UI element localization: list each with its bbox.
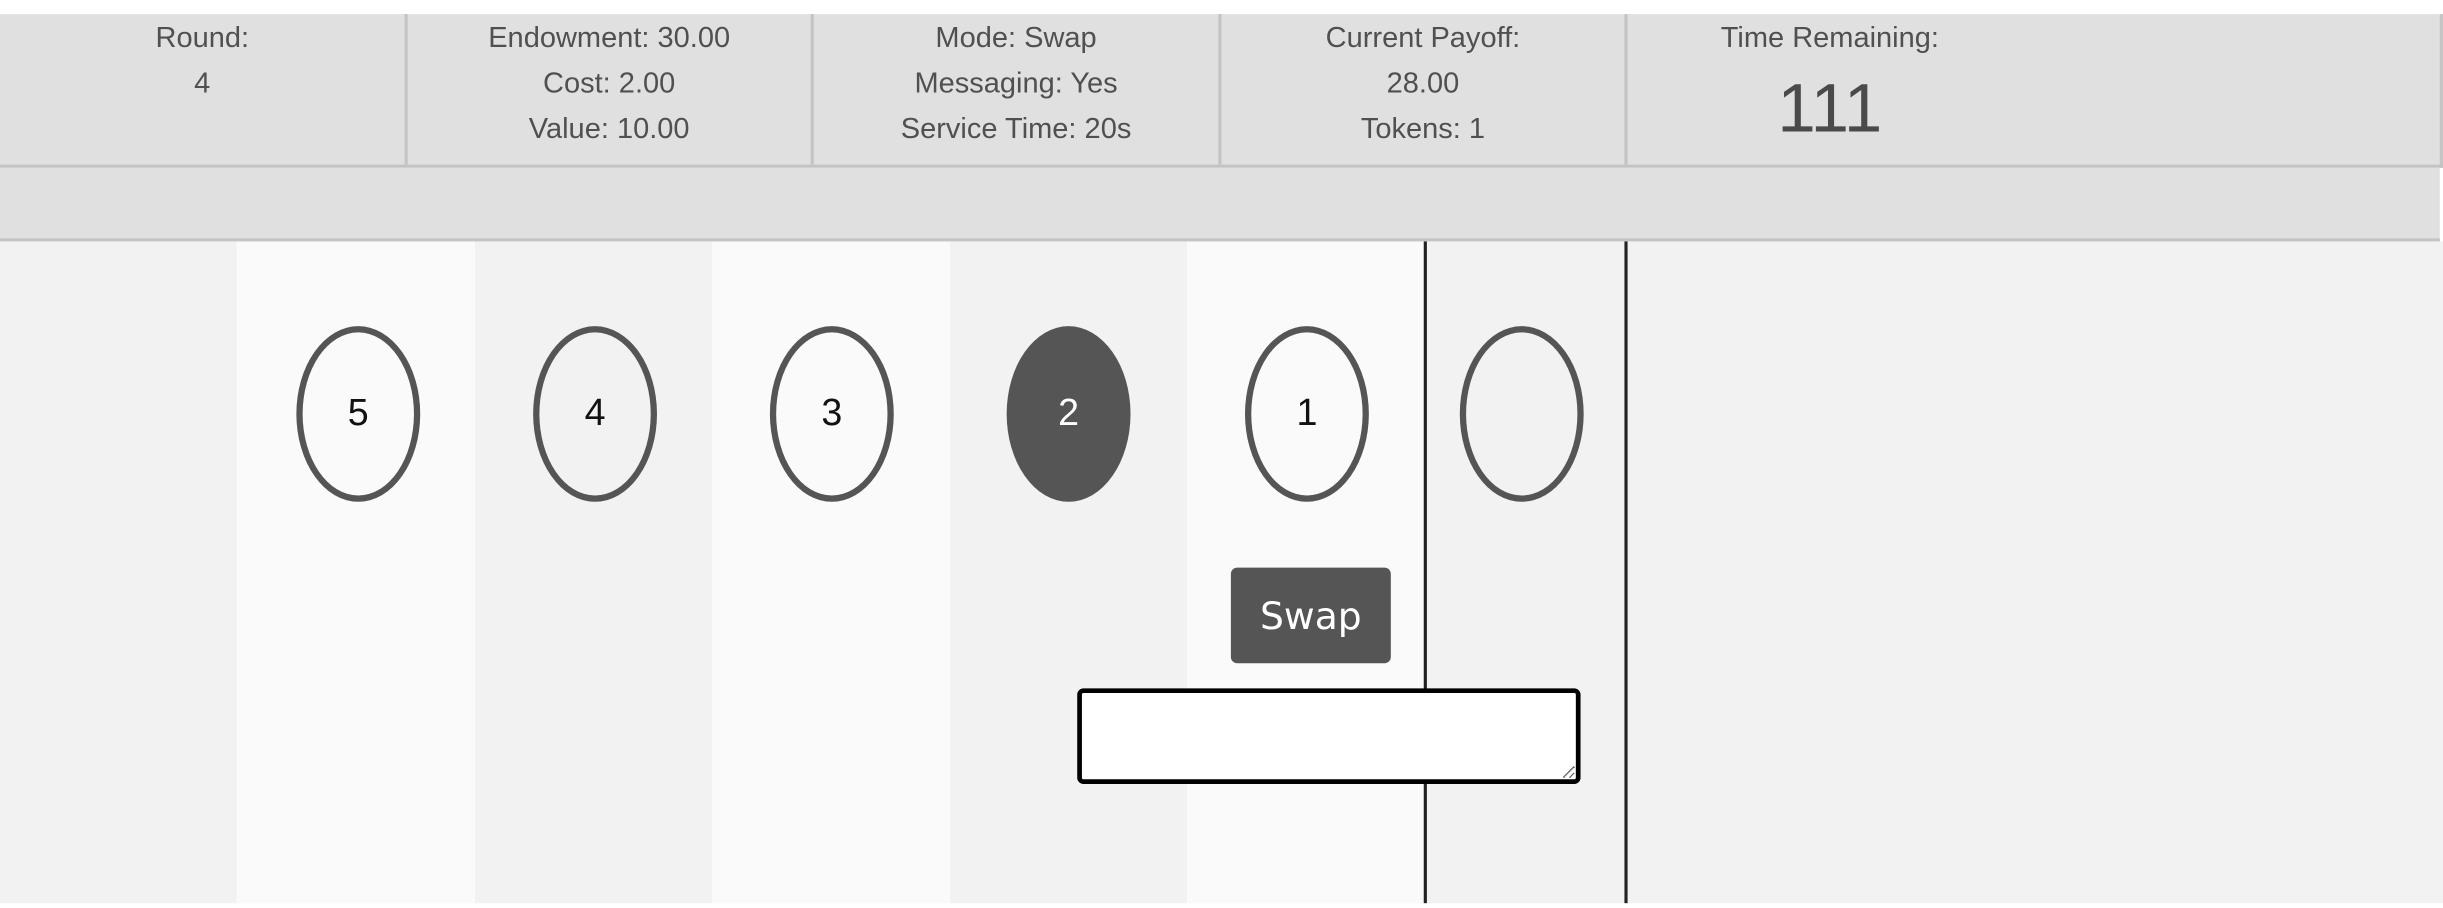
service-position-token: [1459, 326, 1584, 502]
message-input[interactable]: [1077, 688, 1581, 784]
round-panel: Round: 4: [0, 14, 405, 165]
timer-label: Time Remaining:: [1720, 20, 1939, 54]
messaging-text: Messaging: Yes: [914, 65, 1118, 99]
payoff-value: 28.00: [1386, 65, 1460, 99]
queue-position-token[interactable]: 4: [533, 326, 657, 502]
settings-panel: Mode: Swap Messaging: Yes Service Time: …: [814, 14, 1219, 165]
subheader-band: [0, 167, 2440, 242]
queue-position-token[interactable]: 3: [769, 326, 894, 502]
service-time-text: Service Time: 20s: [900, 111, 1132, 145]
swap-button[interactable]: Swap: [1230, 567, 1391, 664]
round-value: 4: [194, 65, 211, 99]
game-screen: Round: 4 Endowment: 30.00 Cost: 2.00 Val…: [0, 0, 2443, 904]
status-header: Round: 4 Endowment: 30.00 Cost: 2.00 Val…: [0, 14, 2443, 168]
value-text: Value: 10.00: [528, 111, 690, 145]
queue-position-token[interactable]: 1: [1244, 326, 1369, 502]
endowment-text: Endowment: 30.00: [488, 20, 731, 54]
queue-position-token[interactable]: 2: [1006, 326, 1131, 502]
token-number: 4: [584, 392, 606, 435]
token-number: 5: [347, 392, 369, 435]
queue-position-token[interactable]: 5: [296, 326, 421, 502]
token-number: 2: [1058, 392, 1080, 435]
token-number: 1: [1296, 392, 1318, 435]
mode-text: Mode: Swap: [935, 20, 1097, 54]
queue-area: 5 4 3 2 1 Swap: [0, 241, 2443, 904]
queue-column: [0, 241, 237, 904]
tokens-text: Tokens: 1: [1360, 111, 1486, 145]
token-number: 3: [821, 392, 843, 435]
payoff-label: Current Payoff:: [1325, 20, 1521, 54]
timer-value: 111: [1777, 70, 1883, 148]
cost-text: Cost: 2.00: [543, 65, 676, 99]
service-boundary-left: [1423, 241, 1427, 904]
parameters-panel: Endowment: 30.00 Cost: 2.00 Value: 10.00: [408, 14, 811, 165]
payoff-panel: Current Payoff: 28.00 Tokens: 1: [1221, 14, 1624, 165]
service-boundary-right: [1624, 241, 1628, 904]
round-label: Round:: [155, 20, 250, 54]
timer-panel: Time Remaining: 111: [1628, 14, 2033, 165]
